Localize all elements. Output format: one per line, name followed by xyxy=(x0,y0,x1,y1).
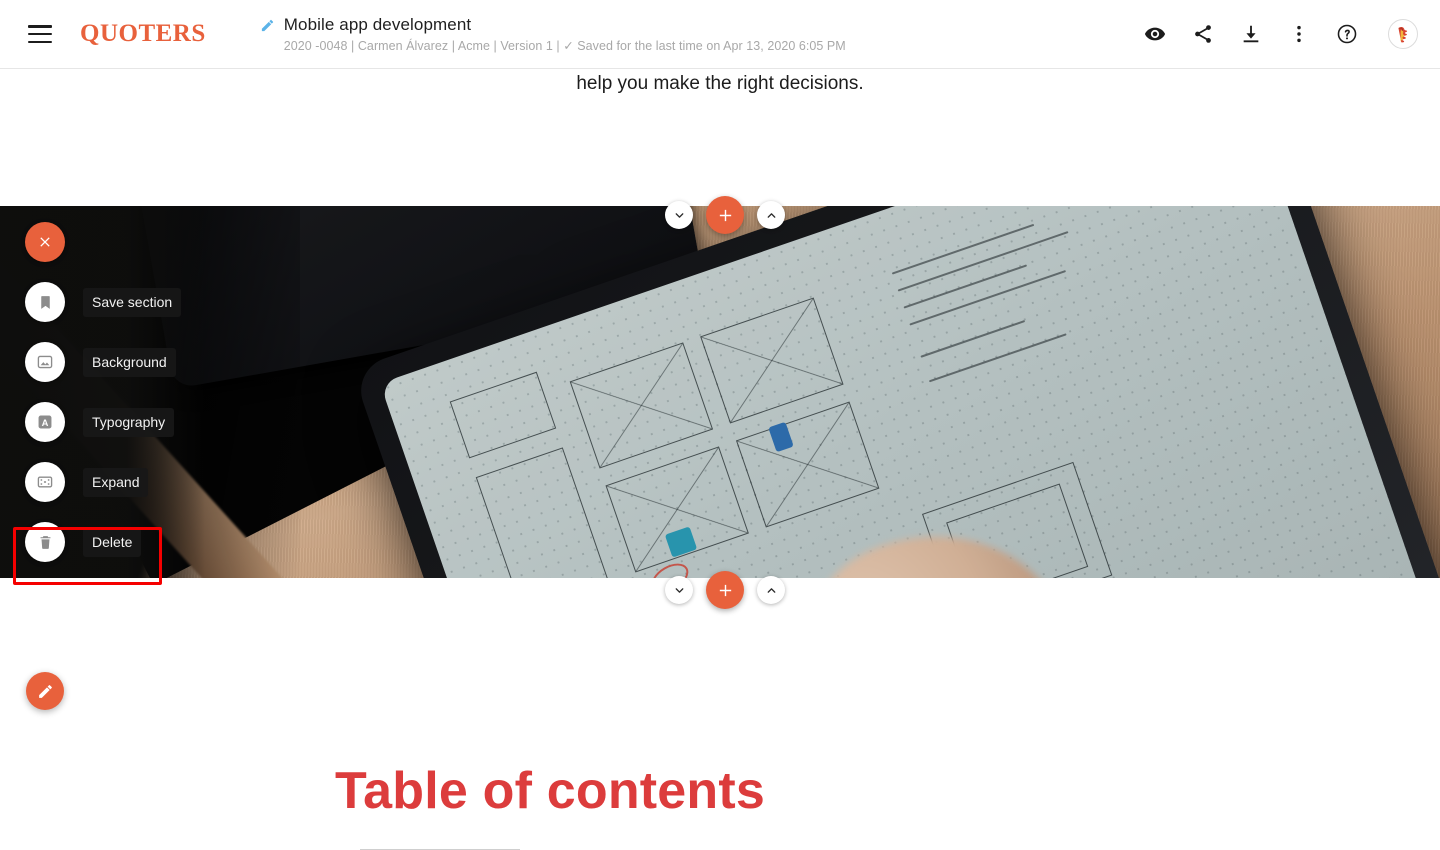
avatar[interactable] xyxy=(1388,19,1418,49)
delete-button[interactable] xyxy=(25,522,65,562)
hero-section[interactable]: Save section Background A Typography Exp… xyxy=(0,206,1440,578)
document-title[interactable]: Mobile app development xyxy=(284,15,471,35)
avatar-illustration-icon xyxy=(1398,27,1408,43)
typography-icon: A xyxy=(38,415,52,429)
share-icon[interactable] xyxy=(1192,23,1214,45)
expand-button[interactable] xyxy=(25,462,65,502)
edit-section-button[interactable] xyxy=(26,672,64,710)
section-controls-bottom xyxy=(665,571,785,609)
section-controls-top xyxy=(665,196,785,234)
section-menu-item-save-section[interactable]: Save section xyxy=(25,282,225,322)
section-menu-label[interactable]: Typography xyxy=(83,407,175,437)
pencil-icon[interactable] xyxy=(260,18,275,33)
help-icon[interactable] xyxy=(1336,23,1358,45)
section-menu-item-background[interactable]: Background xyxy=(25,342,225,382)
chevron-down-icon xyxy=(675,212,683,218)
document-title-row: Mobile app development xyxy=(260,15,846,35)
section-menu-label[interactable]: Background xyxy=(83,347,176,377)
preview-icon[interactable] xyxy=(1144,23,1166,45)
section-menu-label[interactable]: Expand xyxy=(83,467,149,497)
brand-logo[interactable]: QUOTERS xyxy=(80,20,206,48)
pencil-icon xyxy=(38,684,52,698)
document-info: Mobile app development 2020 -0048 | Carm… xyxy=(260,15,846,53)
close-button[interactable] xyxy=(25,222,65,262)
chevron-up-icon xyxy=(767,587,775,593)
hamburger-line xyxy=(28,25,52,28)
download-icon[interactable] xyxy=(1240,23,1262,45)
close-icon xyxy=(40,237,50,247)
hamburger-line xyxy=(28,32,52,36)
section-menu-close-row xyxy=(25,222,225,262)
table-of-contents-heading: Table of contents xyxy=(335,762,766,820)
document-canvas: help you make the right decisions. Save … xyxy=(0,69,1440,850)
svg-text:A: A xyxy=(42,418,49,428)
section-menu-item-delete[interactable]: Delete xyxy=(25,522,225,562)
add-section-button-top[interactable] xyxy=(706,196,744,234)
move-section-up-button[interactable] xyxy=(757,201,785,229)
add-section-button-bottom[interactable] xyxy=(706,571,744,609)
intro-paragraph[interactable]: help you make the right decisions. xyxy=(0,69,1440,99)
section-menu-label[interactable]: Delete xyxy=(83,527,142,557)
hamburger-line xyxy=(28,40,52,43)
section-menu-item-typography[interactable]: A Typography xyxy=(25,402,225,442)
top-bar: QUOTERS Mobile app development 2020 -004… xyxy=(0,0,1440,69)
move-section-up-button-bottom[interactable] xyxy=(757,576,785,604)
hamburger-menu-icon[interactable] xyxy=(28,25,52,43)
bookmark-icon xyxy=(40,295,50,309)
chevron-up-icon xyxy=(767,212,775,218)
section-menu-label[interactable]: Save section xyxy=(83,287,182,317)
trash-icon xyxy=(40,535,50,549)
move-section-down-button-bottom[interactable] xyxy=(665,576,693,604)
intro-paragraph-line: help you make the right decisions. xyxy=(576,73,864,94)
chevron-down-icon xyxy=(675,587,683,593)
expand-icon xyxy=(37,476,53,488)
image-icon xyxy=(37,355,53,369)
save-section-button[interactable] xyxy=(25,282,65,322)
document-meta: 2020 -0048 | Carmen Álvarez | Acme | Ver… xyxy=(283,39,846,53)
more-options-icon[interactable] xyxy=(1288,23,1310,45)
table-of-contents-section[interactable]: Table of contents xyxy=(0,578,1440,850)
plus-icon xyxy=(719,209,731,221)
typography-button[interactable]: A xyxy=(25,402,65,442)
plus-icon xyxy=(719,584,731,596)
section-menu-item-expand[interactable]: Expand xyxy=(25,462,225,502)
move-section-down-button[interactable] xyxy=(665,201,693,229)
background-button[interactable] xyxy=(25,342,65,382)
top-bar-actions xyxy=(1144,19,1418,49)
section-menu: Save section Background A Typography Exp… xyxy=(25,222,225,578)
